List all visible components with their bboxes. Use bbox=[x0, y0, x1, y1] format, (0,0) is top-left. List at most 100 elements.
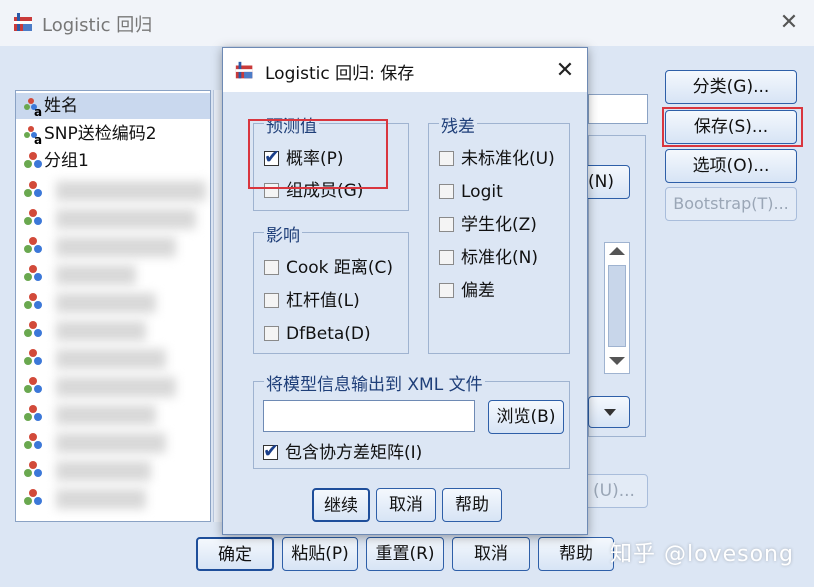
checkbox-icon[interactable] bbox=[439, 184, 454, 199]
variable-label: 姓名 bbox=[44, 96, 78, 116]
browse-button[interactable]: 浏览(B) bbox=[488, 400, 564, 434]
interaction-button[interactable]: (U)... bbox=[580, 474, 648, 508]
dfbeta-label: DfBeta(D) bbox=[286, 324, 371, 344]
method-dropdown[interactable] bbox=[588, 396, 630, 428]
xml-export-label: 将模型信息输出到 XML 文件 bbox=[264, 370, 485, 395]
checkbox-icon[interactable] bbox=[439, 217, 454, 232]
interaction-button-label: (U)... bbox=[593, 481, 635, 501]
ok-button[interactable]: 确定 bbox=[196, 537, 274, 571]
help-button[interactable]: 帮助 bbox=[538, 537, 614, 571]
probability-highlight bbox=[248, 119, 388, 189]
obscured-variable bbox=[56, 349, 166, 369]
dialog-title: Logistic 回归: 保存 bbox=[265, 64, 415, 84]
main-close-icon[interactable]: ✕ bbox=[776, 10, 802, 36]
chevron-down-icon bbox=[604, 409, 616, 416]
obscured-variable bbox=[56, 489, 146, 509]
leverage-checkbox[interactable]: 杠杆值(L) bbox=[264, 288, 360, 314]
studentized-checkbox[interactable]: 学生化(Z) bbox=[439, 212, 537, 238]
variable-item-snp[interactable]: a SNP送检编码2 bbox=[22, 121, 157, 147]
obscured-variable bbox=[56, 433, 166, 453]
checkbox-icon[interactable] bbox=[264, 293, 279, 308]
cook-distance-checkbox[interactable]: Cook 距离(C) bbox=[264, 255, 393, 281]
obscured-variable bbox=[56, 265, 136, 285]
scroll-thumb[interactable] bbox=[608, 265, 626, 347]
nominal-variable-icon bbox=[22, 150, 44, 172]
checkbox-icon[interactable] bbox=[264, 326, 279, 341]
influence-group: 影响 Cook 距离(C) 杠杆值(L) DfBeta(D) bbox=[253, 221, 409, 354]
studentized-label: 学生化(Z) bbox=[461, 215, 537, 235]
standardized-label: 标准化(N) bbox=[461, 248, 538, 268]
variable-label: 分组1 bbox=[44, 151, 89, 171]
residuals-group: 残差 未标准化(U) Logit 学生化(Z) 标准化(N) 偏差 bbox=[428, 112, 570, 354]
dialog-help-label: 帮助 bbox=[455, 495, 489, 515]
deviance-checkbox[interactable]: 偏差 bbox=[439, 278, 495, 304]
include-covariance-checkbox[interactable]: 包含协方差矩阵(I) bbox=[263, 438, 423, 466]
spss-app-icon bbox=[234, 60, 256, 87]
checkbox-icon[interactable] bbox=[439, 250, 454, 265]
residuals-label: 残差 bbox=[439, 112, 477, 137]
dialog-close-icon[interactable]: ✕ bbox=[551, 57, 579, 85]
svg-text:a: a bbox=[34, 133, 42, 145]
variable-label: SNP送检编码2 bbox=[44, 124, 157, 144]
dfbeta-checkbox[interactable]: DfBeta(D) bbox=[264, 321, 371, 347]
xml-file-input[interactable] bbox=[263, 400, 475, 432]
variable-item-group1[interactable]: 分组1 bbox=[22, 148, 89, 174]
reset-button-label: 重置(R) bbox=[375, 544, 435, 564]
bootstrap-button-label: Bootstrap(T)... bbox=[673, 194, 789, 213]
unstandardized-checkbox[interactable]: 未标准化(U) bbox=[439, 146, 555, 172]
influence-label: 影响 bbox=[264, 221, 302, 246]
options-button-label: 选项(O)... bbox=[692, 156, 770, 176]
save-dialog: Logistic 回归: 保存 ✕ 预测值 概率(P) 组成员(G) 影响 Co… bbox=[222, 47, 588, 535]
obscured-variable bbox=[56, 405, 156, 425]
obscured-variable bbox=[56, 209, 196, 229]
obscured-variable bbox=[56, 237, 176, 257]
leverage-label: 杠杆值(L) bbox=[286, 291, 360, 311]
string-variable-icon: a bbox=[22, 95, 44, 119]
unstandardized-label: 未标准化(U) bbox=[461, 149, 555, 169]
string-variable-icon: a bbox=[22, 123, 44, 147]
deviance-label: 偏差 bbox=[461, 281, 495, 301]
next-button-label: (N) bbox=[588, 172, 614, 192]
variable-type-icons bbox=[24, 181, 42, 505]
main-title-bar: Logistic 回归 ✕ bbox=[0, 0, 814, 46]
dialog-help-button[interactable]: 帮助 bbox=[442, 488, 502, 522]
main-window-title: Logistic 回归 bbox=[42, 15, 153, 36]
dependent-field[interactable] bbox=[588, 94, 648, 124]
checkbox-icon[interactable] bbox=[439, 283, 454, 298]
obscured-variable bbox=[56, 461, 151, 481]
covariates-scrollbar[interactable] bbox=[604, 242, 630, 374]
options-button[interactable]: 选项(O)... bbox=[665, 149, 797, 183]
dialog-title-bar: Logistic 回归: 保存 ✕ bbox=[223, 48, 587, 92]
continue-button[interactable]: 继续 bbox=[312, 488, 370, 522]
help-button-label: 帮助 bbox=[559, 544, 593, 564]
cancel-button[interactable]: 取消 bbox=[452, 537, 530, 571]
scroll-down-icon[interactable] bbox=[609, 357, 625, 365]
dialog-cancel-button[interactable]: 取消 bbox=[376, 488, 436, 522]
obscured-variable bbox=[56, 377, 176, 397]
spss-app-icon bbox=[12, 11, 36, 40]
ok-button-label: 确定 bbox=[218, 545, 252, 565]
variable-list[interactable]: a 姓名 a SNP送检编码2 分组1 bbox=[15, 90, 211, 522]
obscured-variable bbox=[56, 321, 146, 341]
continue-button-label: 继续 bbox=[324, 496, 358, 516]
browse-button-label: 浏览(B) bbox=[496, 407, 556, 427]
logit-label: Logit bbox=[461, 182, 503, 202]
classify-button[interactable]: 分类(G)... bbox=[665, 70, 797, 104]
logit-checkbox[interactable]: Logit bbox=[439, 179, 503, 205]
standardized-checkbox[interactable]: 标准化(N) bbox=[439, 245, 538, 271]
include-covariance-label: 包含协方差矩阵(I) bbox=[285, 443, 423, 463]
dialog-cancel-label: 取消 bbox=[389, 495, 423, 515]
paste-button-label: 粘贴(P) bbox=[291, 544, 349, 564]
checkbox-icon[interactable] bbox=[264, 260, 279, 275]
obscured-variable bbox=[56, 181, 206, 201]
watermark: 知乎 @lovesong bbox=[610, 542, 794, 567]
checkbox-checked-icon[interactable] bbox=[263, 438, 279, 464]
bootstrap-button[interactable]: Bootstrap(T)... bbox=[665, 187, 797, 221]
variable-item-name[interactable]: a 姓名 bbox=[16, 93, 210, 119]
paste-button[interactable]: 粘贴(P) bbox=[282, 537, 358, 571]
reset-button[interactable]: 重置(R) bbox=[366, 537, 444, 571]
cancel-button-label: 取消 bbox=[474, 544, 508, 564]
svg-text:a: a bbox=[34, 105, 42, 117]
checkbox-icon[interactable] bbox=[439, 151, 454, 166]
scroll-up-icon[interactable] bbox=[609, 247, 625, 255]
